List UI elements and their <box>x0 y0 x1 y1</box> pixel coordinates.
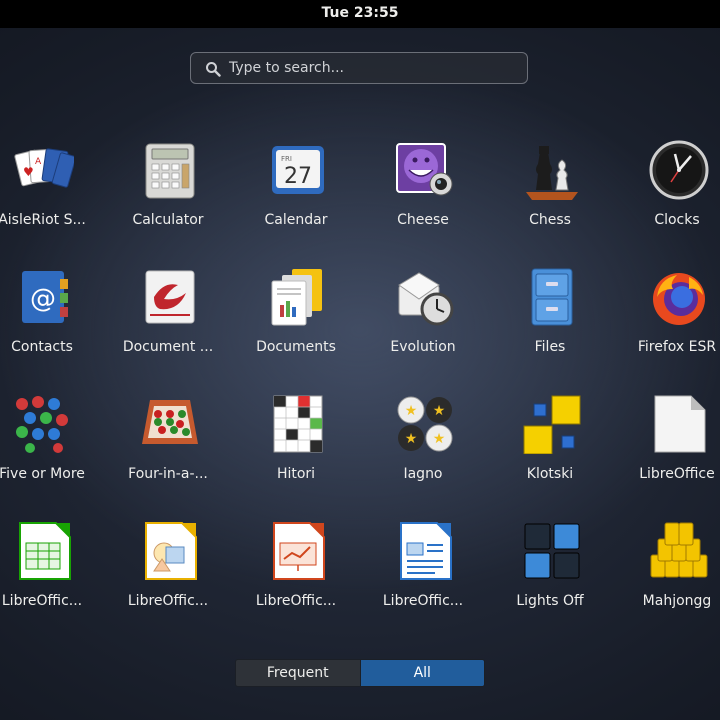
app-files[interactable]: Files <box>490 267 610 367</box>
app-label: Five or More <box>0 466 85 482</box>
contacts-icon: @ <box>22 271 68 323</box>
iagno-icon: ★ ★ ★ ★ <box>397 396 453 452</box>
top-bar: Tue 23:55 <box>0 0 720 28</box>
app-libreoffice-writer[interactable]: LibreOffic... <box>363 521 483 621</box>
app-firefox[interactable]: Firefox ESR <box>617 267 720 367</box>
app-calculator[interactable]: Calculator <box>108 140 228 240</box>
app-libreoffice-calc[interactable]: LibreOffic... <box>0 521 102 621</box>
app-label: LibreOffic... <box>255 593 337 609</box>
app-label: Evolution <box>390 339 456 355</box>
app-label: Clocks <box>654 212 700 228</box>
lights-off-icon <box>524 523 580 579</box>
search-placeholder: Type to search... <box>229 60 344 76</box>
libreoffice-draw-icon <box>145 522 197 580</box>
evolution-icon <box>398 272 454 326</box>
app-documents[interactable]: Documents <box>236 267 356 367</box>
app-libreoffice-draw[interactable]: LibreOffic... <box>108 521 228 621</box>
app-document-viewer[interactable]: Document ... <box>108 267 228 367</box>
app-label: Cheese <box>397 212 449 228</box>
app-four-in-a-row[interactable]: Four-in-a-... <box>108 394 228 494</box>
hitori-icon <box>273 395 323 453</box>
app-cheese[interactable]: Cheese <box>363 140 483 240</box>
app-label: Hitori <box>276 466 316 482</box>
app-label: Mahjongg <box>642 593 712 609</box>
app-label: Chess <box>529 212 571 228</box>
app-label: Four-in-a-... <box>128 466 208 482</box>
chess-icon <box>526 146 578 200</box>
calculator-icon <box>145 143 195 199</box>
libreoffice-writer-icon <box>400 522 452 580</box>
app-klotski[interactable]: Klotski <box>490 394 610 494</box>
app-label: Iagno <box>403 466 443 482</box>
frequent-tab[interactable]: Frequent <box>236 660 360 686</box>
app-calendar[interactable]: FRI 27 Calendar <box>236 140 356 240</box>
clocks-icon <box>649 140 709 200</box>
app-label: Klotski <box>526 466 574 482</box>
documents-icon <box>271 269 322 326</box>
view-switch: Frequent All <box>235 659 485 687</box>
app-label: Calendar <box>264 212 328 228</box>
app-label: Contacts <box>11 339 73 355</box>
app-five-or-more[interactable]: Five or More <box>0 394 102 494</box>
document-viewer-icon <box>145 270 195 324</box>
app-libreoffice[interactable]: LibreOffice <box>617 394 720 494</box>
all-tab[interactable]: All <box>359 660 484 686</box>
search-icon <box>206 62 221 77</box>
calendar-icon: FRI 27 <box>272 146 324 194</box>
app-label: Firefox ESR <box>637 339 717 355</box>
aisleriot-icon: ♥ A <box>14 148 74 188</box>
svg-text:♥: ♥ <box>23 165 34 179</box>
svg-text:@: @ <box>30 284 56 314</box>
svg-text:A: A <box>35 157 42 167</box>
app-label: LibreOffic... <box>382 593 464 609</box>
app-label: AisleRiot S... <box>0 212 86 228</box>
app-evolution[interactable]: Evolution <box>363 267 483 367</box>
calendar-day: 27 <box>284 164 312 189</box>
app-label: LibreOffic... <box>127 593 209 609</box>
app-libreoffice-impress[interactable]: LibreOffic... <box>236 521 356 621</box>
app-label: LibreOffic... <box>1 593 83 609</box>
svg-text:★: ★ <box>433 403 446 419</box>
svg-text:★: ★ <box>433 431 446 447</box>
svg-text:★: ★ <box>405 431 418 447</box>
app-label: Document ... <box>122 339 214 355</box>
cheese-icon <box>396 143 453 196</box>
app-label: Lights Off <box>516 593 584 609</box>
app-label: LibreOffice <box>639 466 715 482</box>
four-in-a-row-icon <box>142 400 198 444</box>
libreoffice-calc-icon <box>19 522 71 580</box>
app-hitori[interactable]: Hitori <box>236 394 356 494</box>
app-mahjongg[interactable]: Mahjongg <box>617 521 720 621</box>
app-clocks[interactable]: Clocks <box>617 140 720 240</box>
app-label: Calculator <box>132 212 204 228</box>
app-lights-off[interactable]: Lights Off <box>490 521 610 621</box>
app-aisleriot[interactable]: ♥ A AisleRiot S... <box>0 140 102 240</box>
mahjongg-icon <box>650 522 708 578</box>
search-entry[interactable]: Type to search... <box>190 52 528 84</box>
libreoffice-impress-icon <box>273 522 325 580</box>
app-label: Documents <box>256 339 336 355</box>
app-chess[interactable]: Chess <box>490 140 610 240</box>
app-iagno[interactable]: ★ ★ ★ ★ Iagno <box>363 394 483 494</box>
five-or-more-icon <box>16 396 68 453</box>
klotski-icon <box>523 395 581 454</box>
firefox-icon <box>653 273 705 325</box>
calendar-weekday: FRI <box>281 155 292 163</box>
files-icon <box>531 268 573 326</box>
clock[interactable]: Tue 23:55 <box>0 5 720 21</box>
app-contacts[interactable]: @ Contacts <box>0 267 102 367</box>
libreoffice-icon <box>654 395 706 453</box>
app-label: Files <box>534 339 566 355</box>
svg-text:★: ★ <box>405 403 418 419</box>
